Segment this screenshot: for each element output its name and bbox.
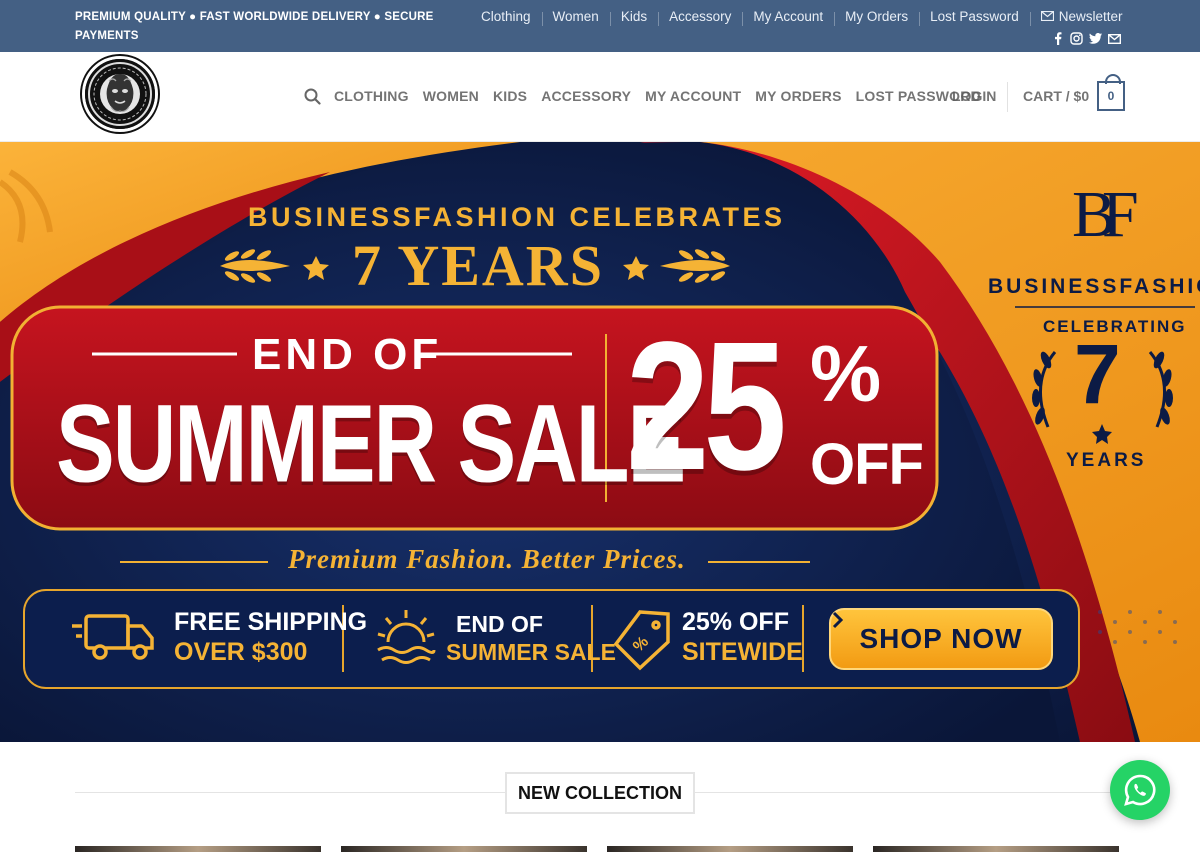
whatsapp-icon: [1124, 774, 1156, 806]
banner-end-of: END OF: [252, 330, 443, 379]
top-link-clothing[interactable]: Clothing: [470, 9, 542, 24]
envelope-icon: [1040, 11, 1054, 21]
newsletter-label: Newsletter: [1058, 8, 1123, 24]
feature-shipping-line1: FREE SHIPPING: [174, 608, 368, 636]
hero-banner[interactable]: % BUSINESSFASHION CELEBRATES 7 YEARS END…: [0, 142, 1200, 742]
promo-text: PREMIUM QUALITY ● FAST WORLDWIDE DELIVER…: [75, 11, 434, 42]
top-link-kids[interactable]: Kids: [609, 9, 658, 26]
main-nav: CLOTHING WOMEN KIDS ACCESSORY MY ACCOUNT…: [304, 86, 995, 106]
feature-sale-line2: SUMMER SALE: [446, 639, 616, 665]
top-nav: Clothing Women Kids Accessory My Account…: [470, 6, 1133, 26]
top-link-my-orders[interactable]: My Orders: [834, 9, 919, 26]
feature-shipping-line2: OVER $300: [174, 638, 308, 666]
nav-kids[interactable]: KIDS: [493, 88, 527, 104]
facebook-icon[interactable]: [1051, 32, 1064, 45]
nav-women[interactable]: WOMEN: [423, 88, 479, 104]
banner-brand-line: BUSINESSFASHION CELEBRATES: [248, 202, 786, 232]
feature-discount-line1: 25% OFF: [682, 608, 789, 636]
banner-tagline: Premium Fashion. Better Prices.: [288, 544, 686, 574]
top-link-accessory[interactable]: Accessory: [658, 9, 742, 26]
top-link-lost-password[interactable]: Lost Password: [919, 9, 1030, 26]
site-logo[interactable]: [82, 56, 158, 132]
banner-discount-number: 25: [626, 303, 787, 508]
social-links: [1051, 32, 1121, 45]
banner-percent: %: [810, 329, 882, 418]
shop-now-button[interactable]: SHOP NOW: [832, 611, 1050, 667]
section-title: NEW COLLECTION: [505, 772, 695, 814]
search-icon[interactable]: [304, 88, 321, 105]
banner-summer-sale: SUMMER SALE: [56, 381, 686, 505]
shop-now-label: SHOP NOW: [859, 623, 1023, 654]
side-years: YEARS: [1066, 450, 1147, 471]
product-card[interactable]: [75, 846, 321, 852]
nav-accessory[interactable]: ACCESSORY: [541, 88, 631, 104]
cart-link[interactable]: CART / $0: [1023, 88, 1089, 104]
top-link-my-account[interactable]: My Account: [742, 9, 834, 26]
nav-clothing[interactable]: CLOTHING: [334, 88, 409, 104]
product-row: [75, 846, 1125, 852]
email-icon[interactable]: [1108, 32, 1121, 45]
side-number: 7: [1074, 327, 1121, 421]
login-link[interactable]: LOGIN: [952, 88, 996, 104]
instagram-icon[interactable]: [1070, 32, 1083, 45]
nav-my-account[interactable]: MY ACCOUNT: [645, 88, 741, 104]
product-card[interactable]: [607, 846, 853, 852]
site-header: CLOTHING WOMEN KIDS ACCESSORY MY ACCOUNT…: [0, 52, 1200, 142]
side-brand: BUSINESSFASHIO: [988, 275, 1200, 298]
side-monogram: BF: [1072, 178, 1139, 251]
top-bar: PREMIUM QUALITY ● FAST WORLDWIDE DELIVER…: [0, 0, 1200, 52]
cart-count-badge[interactable]: 0: [1097, 74, 1125, 111]
product-card[interactable]: [341, 846, 587, 852]
twitter-icon[interactable]: [1089, 32, 1102, 45]
newsletter-link[interactable]: Newsletter: [1029, 8, 1134, 26]
nav-my-orders[interactable]: MY ORDERS: [755, 88, 841, 104]
chevron-right-icon: [832, 611, 844, 629]
feature-discount-line2: SITEWIDE: [682, 638, 803, 666]
whatsapp-button[interactable]: [1110, 760, 1170, 820]
top-link-women[interactable]: Women: [541, 9, 610, 26]
banner-years: 7 YEARS: [352, 233, 604, 298]
banner-off: OFF: [810, 432, 924, 497]
header-divider: [1007, 82, 1008, 112]
feature-sale-line1: END OF: [456, 611, 543, 637]
product-card[interactable]: [873, 846, 1119, 852]
